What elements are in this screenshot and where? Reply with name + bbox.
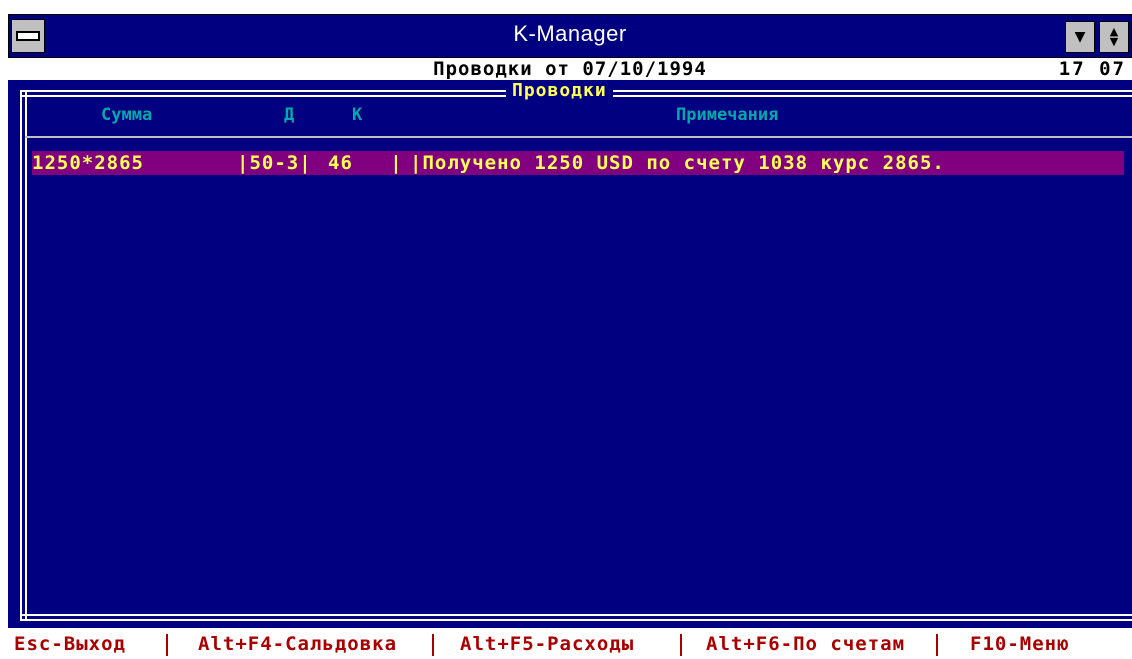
triangle-down-icon: ▼ — [1109, 35, 1119, 48]
panel-frame-bottom — [20, 614, 1132, 621]
fkey-alt-f4-saldo[interactable]: Alt+F4-Сальдовка — [198, 632, 397, 656]
table-row[interactable]: 1250*2865 |50-3| 46 | |Получено 1250 USD… — [32, 151, 1124, 175]
fkey-separator — [936, 634, 938, 656]
cell-note: |Получено 1250 USD по счету 1038 курс 28… — [410, 152, 945, 174]
fkey-separator — [432, 634, 434, 656]
info-caption: Проводки от 07/10/1994 — [433, 58, 707, 80]
clock: 17 07 — [1058, 58, 1126, 80]
column-header-debit: Д — [284, 105, 295, 125]
fkey-alt-f5-expenses[interactable]: Alt+F5-Расходы — [460, 632, 634, 656]
triangle-down-icon: ▼ — [1074, 29, 1086, 45]
app-window: K-Manager ▼ ▲ ▼ Проводки от 07/10/1994 1… — [8, 14, 1132, 659]
cell-credit: 46 | — [328, 152, 403, 174]
column-header-credit: К — [352, 105, 363, 125]
cell-sum: 1250*2865 — [32, 152, 144, 174]
restore-button[interactable]: ▲ ▼ — [1099, 21, 1129, 53]
panel-title: Проводки — [506, 80, 613, 102]
fkey-f10-menu[interactable]: F10-Меню — [970, 632, 1070, 656]
column-header-sum: Сумма — [101, 105, 153, 125]
header-separator — [25, 136, 1132, 138]
title-bar[interactable]: K-Manager ▼ ▲ ▼ — [8, 14, 1132, 58]
fkey-alt-f6-by-accounts[interactable]: Alt+F6-По счетам — [706, 632, 905, 656]
minimize-button[interactable]: ▼ — [1065, 21, 1095, 53]
function-key-bar: Esc-Выход Alt+F4-Сальдовка Alt+F5-Расход… — [8, 628, 1132, 659]
cell-debit: |50-3| — [237, 152, 312, 174]
window-title: K-Manager — [513, 21, 627, 46]
info-line: Проводки от 07/10/1994 17 07 — [8, 58, 1132, 80]
fkey-separator — [680, 634, 682, 656]
fkey-separator — [166, 634, 168, 656]
column-header-notes: Примечания — [676, 105, 779, 125]
panel-frame-left — [20, 90, 27, 620]
fkey-esc-exit[interactable]: Esc-Выход — [14, 632, 126, 656]
